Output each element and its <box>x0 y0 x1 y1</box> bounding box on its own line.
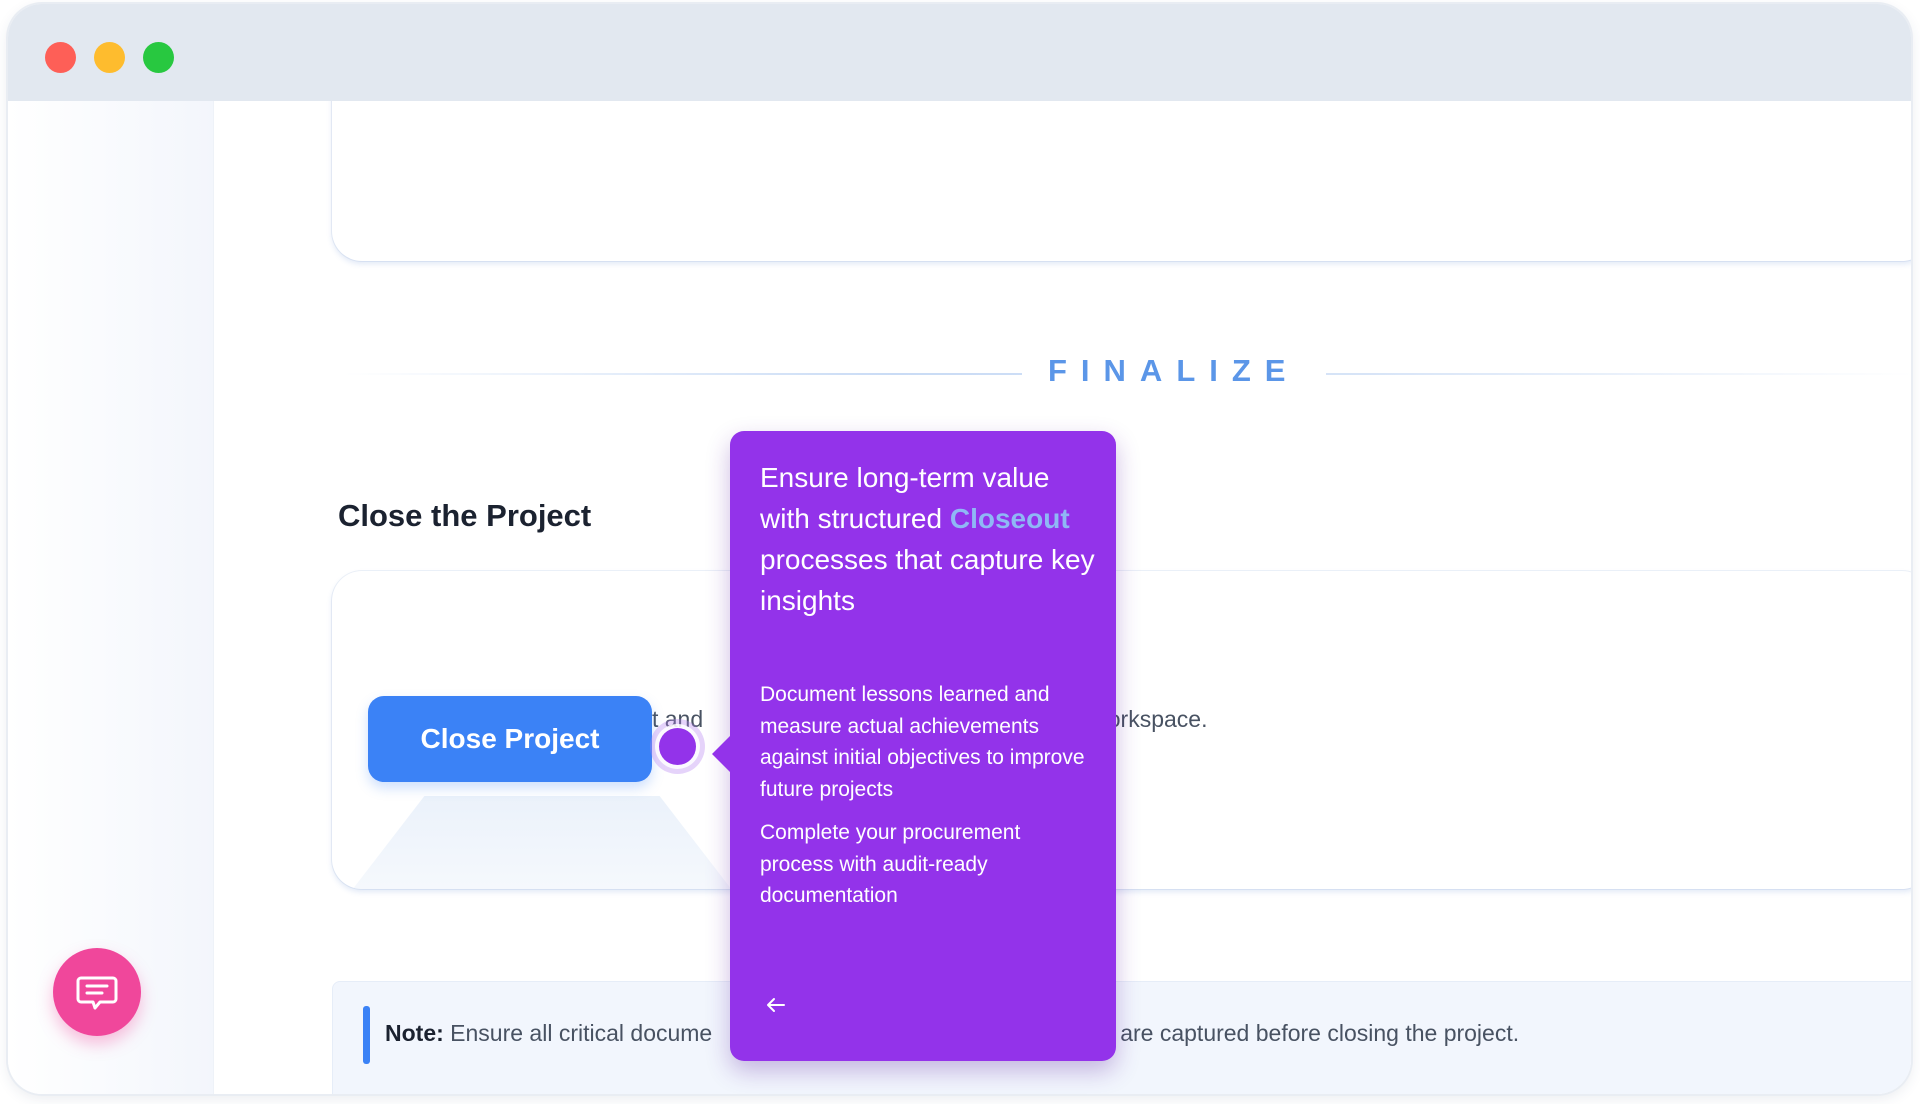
title-bar <box>8 4 1911 101</box>
close-project-button[interactable]: Close Project <box>368 696 652 782</box>
close-window-button[interactable] <box>45 42 76 73</box>
browser-window: FINALIZE Close the Project Finalize the … <box>8 4 1911 1094</box>
section-label: FINALIZE <box>1022 353 1326 389</box>
note-text-left: Ensure all critical docume <box>450 1020 713 1046</box>
arrow-left-icon <box>767 998 785 1012</box>
note-text-right: ed are captured before closing the proje… <box>1088 1020 1520 1046</box>
note-accent-bar <box>363 1006 370 1064</box>
tooltip-body: Document lessons learned and measure act… <box>760 679 1090 912</box>
section-title: Close the Project <box>338 498 592 533</box>
chat-icon <box>76 976 118 1010</box>
chat-button[interactable] <box>53 948 141 1036</box>
tour-beacon[interactable] <box>659 728 696 765</box>
tooltip-heading-part2: processes that capture key insights <box>760 544 1095 616</box>
note-label: Note: <box>385 1020 444 1046</box>
tooltip-heading-highlight: Closeout <box>949 503 1070 534</box>
button-spotlight <box>332 796 752 889</box>
tooltip-paragraph-2: Complete your procurement process with a… <box>760 821 1021 907</box>
minimize-window-button[interactable] <box>94 42 125 73</box>
sidebar <box>8 101 214 1094</box>
tooltip-heading: Ensure long-term value with structured C… <box>760 457 1100 621</box>
note-callout: Note: Ensure all critical docume ed are c… <box>332 981 1911 1094</box>
tooltip-back-button[interactable] <box>762 991 790 1019</box>
close-project-card: Finalize the sourcing project andworkspa… <box>332 571 1911 889</box>
maximize-window-button[interactable] <box>143 42 174 73</box>
tour-tooltip: Ensure long-term value with structured C… <box>712 431 1116 1061</box>
tooltip-paragraph-1: Document lessons learned and measure act… <box>760 683 1085 801</box>
previous-section-card <box>332 101 1911 261</box>
